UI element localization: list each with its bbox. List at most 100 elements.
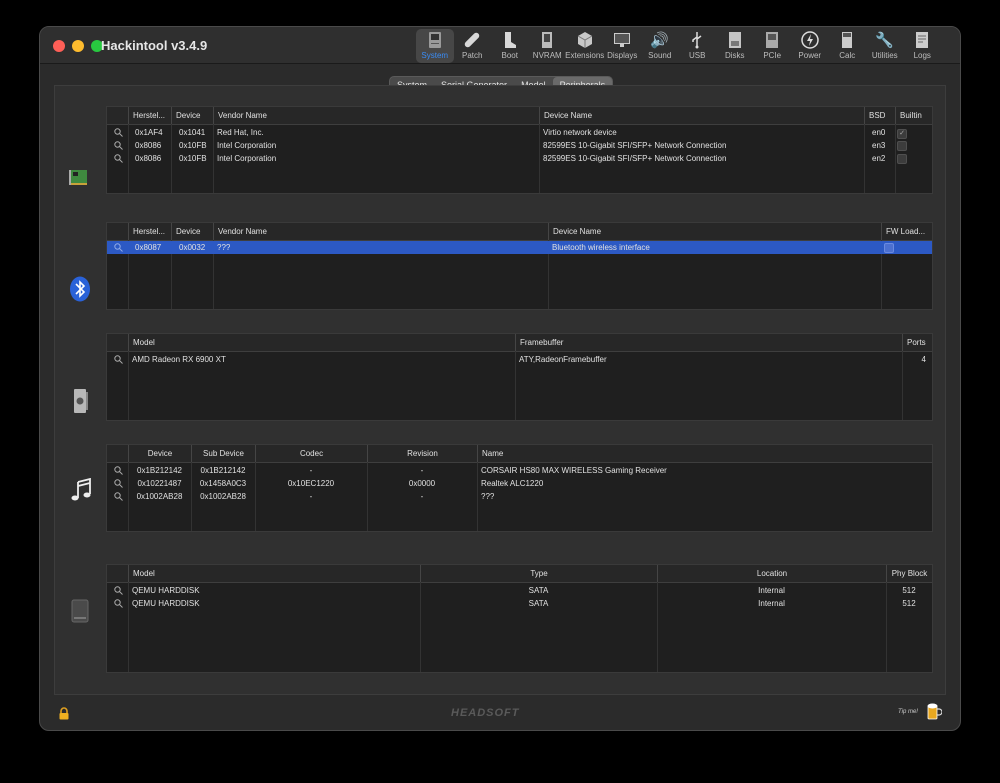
fw-loaded-checkbox[interactable]: [884, 243, 894, 253]
cell-bsd: en0: [872, 128, 886, 137]
magnifier-icon[interactable]: [114, 492, 123, 501]
magnifier-icon[interactable]: [114, 599, 123, 608]
column-header[interactable]: Vendor Name: [213, 223, 548, 240]
bluetooth-table[interactable]: Herstel... Device Vendor Name Device Nam…: [106, 222, 933, 310]
bluetooth-icon: [69, 276, 91, 307]
table-header: Herstel... Device Vendor Name Device Nam…: [107, 223, 932, 241]
builtin-checkbox[interactable]: [897, 154, 907, 164]
column-header[interactable]: Device Name: [539, 107, 864, 124]
logs-icon: [904, 31, 942, 51]
cell-name: Realtek ALC1220: [481, 479, 544, 488]
displays-icon: [604, 31, 642, 51]
column-header[interactable]: Builtin: [895, 107, 932, 124]
cell-vendor-id: 0x8086: [135, 154, 162, 163]
table-row[interactable]: 0x1B212142 0x1B212142 - - CORSAIR HS80 M…: [107, 464, 932, 477]
pcie-icon: [754, 31, 792, 51]
cell-vendor-id: 0x8086: [135, 141, 162, 150]
minimize-button[interactable]: [72, 40, 84, 52]
storage-table[interactable]: Model Type Location Phy Block QEMU HARDD…: [106, 564, 933, 673]
table-row[interactable]: 0x8086 0x10FB Intel Corporation 82599ES …: [107, 152, 932, 165]
column-header[interactable]: FW Load...: [881, 223, 932, 240]
column-header[interactable]: Sub Device: [191, 445, 255, 462]
extensions-icon: [566, 31, 604, 51]
cell-bsd: en2: [872, 154, 886, 163]
calc-icon: [829, 31, 867, 51]
magnifier-icon[interactable]: [114, 355, 123, 364]
magnifier-icon[interactable]: [114, 466, 123, 475]
toolbar-label: Logs: [913, 51, 931, 60]
column-header[interactable]: Herstel...: [128, 107, 171, 124]
boot-icon: [491, 31, 529, 51]
cell-model: QEMU HARDDISK: [132, 586, 200, 595]
cell-device-name: Bluetooth wireless interface: [552, 243, 650, 252]
column-header[interactable]: Revision: [367, 445, 477, 462]
cell-model: QEMU HARDDISK: [132, 599, 200, 608]
column-header[interactable]: Location: [657, 565, 886, 582]
sound-icon: 🔊: [650, 32, 670, 49]
toolbar-logs[interactable]: Logs: [904, 29, 942, 63]
column-header[interactable]: Device Name: [548, 223, 881, 240]
tip-me-label[interactable]: Tip me!: [898, 709, 918, 715]
lock-icon[interactable]: [58, 707, 70, 725]
nvram-icon: [529, 31, 567, 51]
magnifier-icon[interactable]: [114, 586, 123, 595]
cell-sub-device: 0x1458A0C3: [199, 479, 247, 488]
graphics-table[interactable]: Model Framebuffer Ports AMD Radeon RX 69…: [106, 333, 933, 421]
magnifier-icon[interactable]: [114, 154, 123, 163]
table-row[interactable]: QEMU HARDDISK SATA Internal 512: [107, 597, 932, 610]
table-row[interactable]: 0x10221487 0x1458A0C3 0x10EC1220 0x0000 …: [107, 477, 932, 490]
column-header[interactable]: Device: [171, 107, 213, 124]
close-button[interactable]: [53, 40, 65, 52]
cell-codec: -: [309, 492, 313, 501]
column-header[interactable]: Vendor Name: [213, 107, 539, 124]
column-header[interactable]: Model: [128, 334, 515, 351]
column-header[interactable]: Herstel...: [128, 223, 171, 240]
table-row[interactable]: 0x8086 0x10FB Intel Corporation 82599ES …: [107, 139, 932, 152]
table-row[interactable]: AMD Radeon RX 6900 XT ATY,RadeonFramebuf…: [107, 353, 932, 366]
table-row[interactable]: 0x1AF4 0x1041 Red Hat, Inc. Virtio netwo…: [107, 126, 932, 139]
column-header[interactable]: Ports: [902, 334, 932, 351]
headsoft-logo: HEADSOFT: [451, 707, 520, 719]
cell-device-id: 0x10FB: [179, 154, 207, 163]
cell-device: 0x1B212142: [137, 466, 182, 475]
audio-table[interactable]: Device Sub Device Codec Revision Name 0x…: [106, 444, 933, 532]
peripherals-panel: Herstel... Device Vendor Name Device Nam…: [54, 85, 946, 695]
column-header[interactable]: Codec: [255, 445, 367, 462]
cell-framebuffer: ATY,RadeonFramebuffer: [519, 355, 607, 364]
main-toolbar: System Patch Boot NVRAM Extensions Displ…: [416, 29, 941, 63]
beer-icon[interactable]: [926, 702, 943, 725]
column-header[interactable]: Device: [171, 223, 213, 240]
hard-disk-icon: [71, 599, 89, 628]
disks-icon: [716, 31, 754, 51]
table-row[interactable]: 0x8087 0x0032 ??? Bluetooth wireless int…: [107, 241, 932, 254]
table-header: Device Sub Device Codec Revision Name: [107, 445, 932, 463]
magnifier-icon[interactable]: [114, 243, 123, 252]
magnifier-icon[interactable]: [114, 128, 123, 137]
builtin-checkbox[interactable]: [897, 141, 907, 151]
column-header[interactable]: Device: [128, 445, 191, 462]
cell-device-name: Virtio network device: [543, 128, 617, 137]
cell-location: Internal: [758, 599, 785, 608]
column-header[interactable]: Model: [128, 565, 420, 582]
cell-vendor-name: ???: [217, 243, 231, 252]
magnifier-icon[interactable]: [114, 141, 123, 150]
network-table[interactable]: Herstel... Device Vendor Name Device Nam…: [106, 106, 933, 194]
column-header[interactable]: BSD: [864, 107, 895, 124]
column-header[interactable]: Framebuffer: [515, 334, 902, 351]
cell-phy-block: 512: [902, 586, 916, 595]
table-header: Model Type Location Phy Block: [107, 565, 932, 583]
cell-bsd: en3: [872, 141, 886, 150]
column-header[interactable]: Type: [420, 565, 657, 582]
app-window: Hackintool v3.4.9 System Patch Boot NVRA…: [39, 26, 961, 731]
cell-revision: -: [420, 466, 424, 475]
magnifier-icon[interactable]: [114, 479, 123, 488]
cell-model: AMD Radeon RX 6900 XT: [132, 355, 226, 364]
table-row[interactable]: QEMU HARDDISK SATA Internal 512: [107, 584, 932, 597]
table-row[interactable]: 0x1002AB28 0x1002AB28 - - ???: [107, 490, 932, 503]
cell-device: 0x10221487: [137, 479, 182, 488]
column-header[interactable]: Name: [477, 445, 932, 462]
cell-vendor-name: Intel Corporation: [217, 154, 277, 163]
builtin-checkbox[interactable]: ✓: [897, 129, 907, 139]
cell-location: Internal: [758, 586, 785, 595]
column-header[interactable]: Phy Block: [886, 565, 932, 582]
